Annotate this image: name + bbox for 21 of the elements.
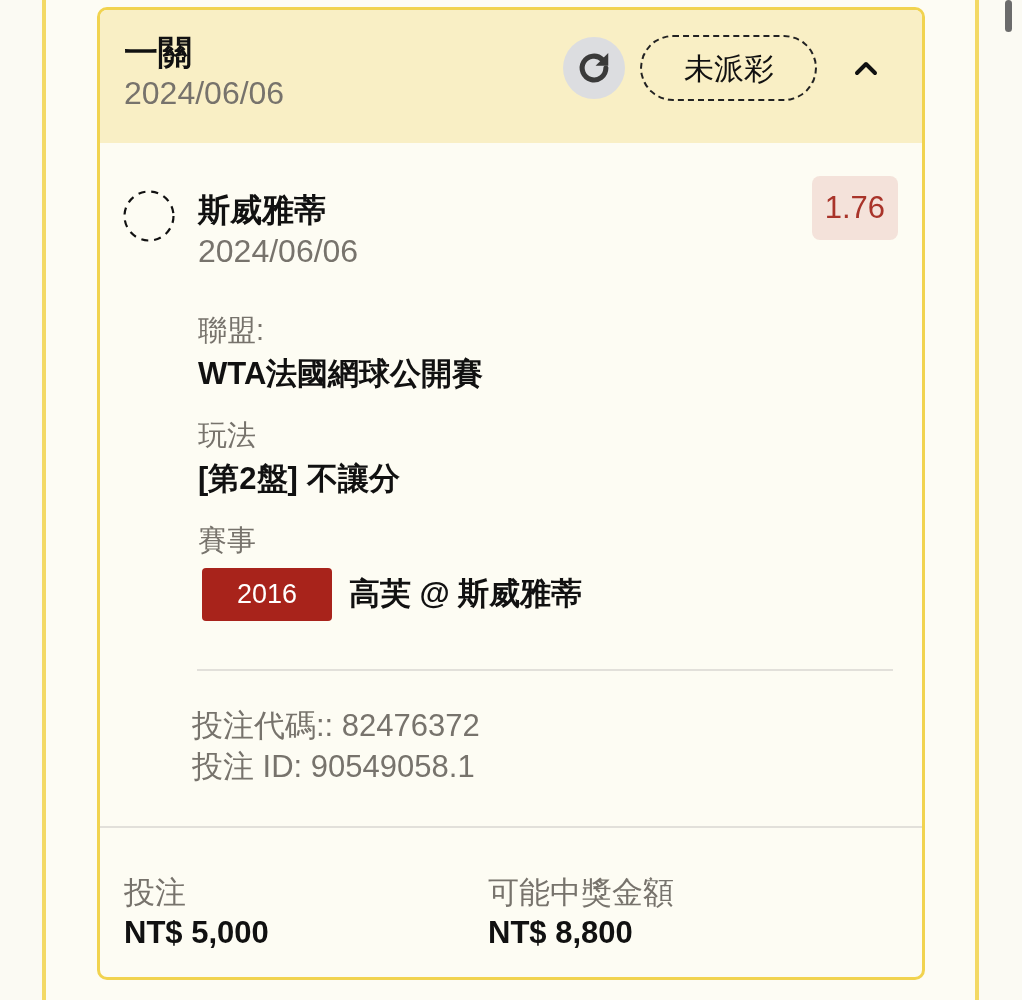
- total-label: 可能中獎金額: [488, 874, 674, 912]
- detail-label: 聯盟:: [198, 313, 266, 348]
- detail-label: 賽事: [198, 523, 257, 558]
- bet-reference: 投注代碼:: 82476372: [192, 707, 481, 745]
- event-code-badge: 2016: [202, 568, 332, 621]
- match-teams: 高芙 @ 斯威雅蒂: [349, 575, 583, 614]
- dashed-circle-icon: [123, 190, 175, 242]
- ticket-title: 一關: [124, 32, 193, 72]
- selection-date: 2024/06/06: [198, 232, 360, 271]
- total-amount: NT$ 5,000: [124, 914, 270, 952]
- selection-name: 斯威雅蒂: [198, 191, 327, 230]
- detail-value: WTA法國網球公開賽: [198, 355, 485, 393]
- detail-label: 玩法: [198, 418, 257, 453]
- scrollbar-thumb[interactable]: [1005, 0, 1012, 32]
- status-badge: 未派彩: [640, 35, 817, 101]
- detail-value: [第2盤] 不讓分: [198, 460, 401, 498]
- ticket-date: 2024/06/06: [124, 74, 285, 113]
- odds-badge: 1.76: [811, 176, 898, 240]
- bet-reference: 投注 ID: 90549058.1: [192, 748, 476, 786]
- total-label: 投注: [124, 874, 187, 912]
- total-amount: NT$ 8,800: [488, 914, 634, 952]
